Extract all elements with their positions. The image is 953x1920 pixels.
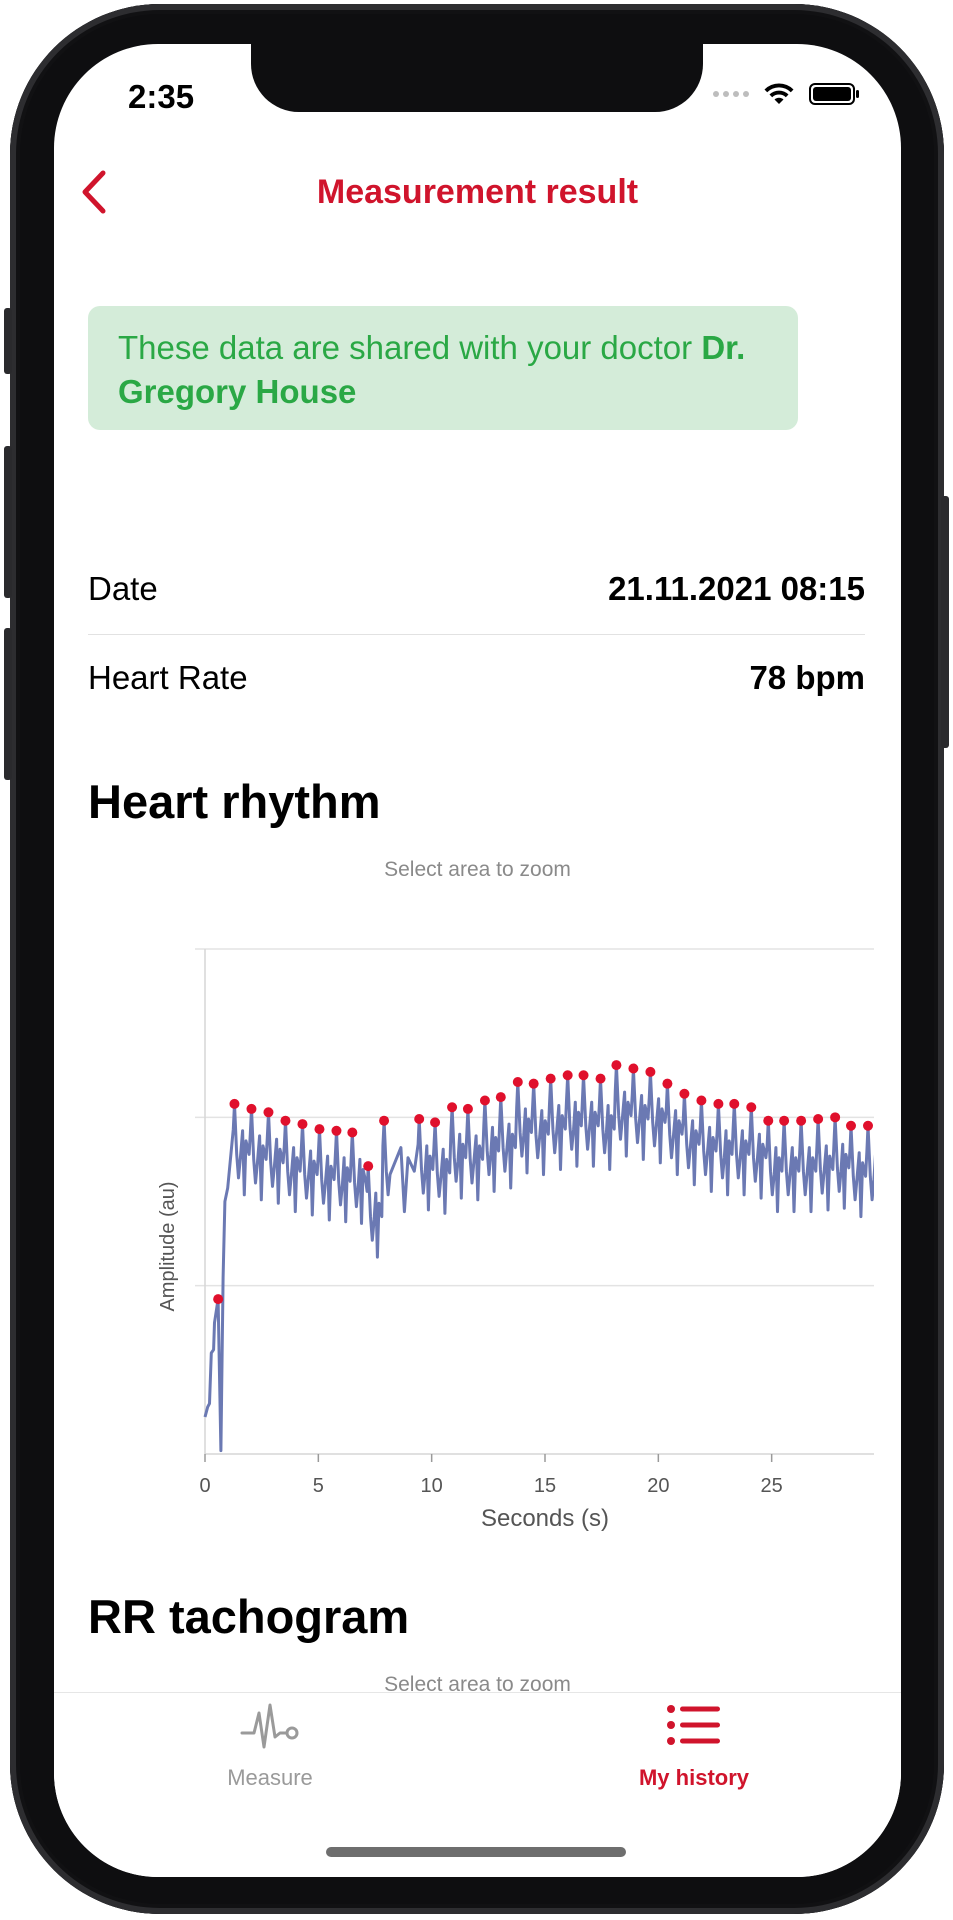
- x-tick-label: 5: [313, 1475, 324, 1497]
- date-label: Date: [88, 570, 158, 607]
- signal-dots-icon: [713, 91, 749, 97]
- page-title: Measurement result: [316, 173, 639, 211]
- volume-down-button: [4, 628, 12, 780]
- x-tick-label: 0: [199, 1475, 210, 1497]
- heart-rate-row: Heart Rate 78 bpm: [88, 634, 865, 722]
- x-axis-label: Seconds (s): [481, 1505, 609, 1532]
- r-peak-marker: [729, 1098, 740, 1109]
- x-tick-label: 10: [421, 1475, 443, 1497]
- x-tick-label: 25: [761, 1475, 783, 1497]
- y-axis-label: Amplitude (au): [157, 1181, 179, 1311]
- heart-rhythm-chart[interactable]: 051015202530 Seconds (s) Amplitude (au): [94, 894, 874, 1550]
- zoom-hint: Select area to zoom: [384, 858, 571, 881]
- r-peak-marker: [796, 1115, 807, 1126]
- r-peak-marker: [213, 1294, 224, 1305]
- tab-my-history-label: My history: [638, 1765, 750, 1790]
- tab-my-history[interactable]: My history: [544, 1693, 844, 1813]
- battery-icon: [809, 83, 859, 105]
- r-peak-marker: [280, 1115, 291, 1126]
- r-peak-marker: [430, 1117, 441, 1128]
- r-peak-marker: [462, 1103, 473, 1114]
- r-peak-marker: [545, 1073, 556, 1084]
- volume-up-button: [4, 446, 12, 598]
- r-peak-marker: [813, 1114, 824, 1125]
- r-peak-marker: [447, 1102, 458, 1113]
- r-peak-marker: [679, 1088, 690, 1099]
- status-time: 2:35: [128, 78, 195, 115]
- status-icons: [713, 82, 861, 106]
- rr-tachogram-title: RR tachogram: [88, 1590, 410, 1643]
- r-peak-marker: [414, 1114, 425, 1125]
- notch: [251, 44, 703, 112]
- list-icon: [667, 1705, 720, 1745]
- ecg-icon: [240, 1703, 299, 1749]
- r-peak-marker: [578, 1070, 589, 1081]
- r-peak-marker: [297, 1119, 308, 1130]
- r-peak-marker: [662, 1078, 673, 1089]
- r-peak-marker: [363, 1161, 374, 1172]
- r-peak-marker: [595, 1073, 606, 1084]
- r-peak-marker: [229, 1098, 240, 1109]
- date-row: Date 21.11.2021 08:15: [88, 545, 865, 633]
- r-peak-marker: [379, 1115, 390, 1126]
- wifi-icon: [764, 83, 794, 104]
- r-peak-marker: [495, 1092, 506, 1103]
- r-peak-marker: [479, 1095, 490, 1106]
- r-peak-marker: [696, 1095, 707, 1106]
- r-peak-marker: [347, 1127, 358, 1138]
- heart-rhythm-title: Heart rhythm: [88, 775, 381, 828]
- r-peak-marker: [763, 1115, 774, 1126]
- r-peak-marker: [562, 1070, 573, 1081]
- heart-rate-value: 78 bpm: [749, 659, 865, 696]
- r-peak-marker: [846, 1120, 856, 1131]
- home-indicator: [326, 1847, 626, 1857]
- r-peak-marker: [263, 1107, 274, 1118]
- heart-rate-label: Heart Rate: [88, 659, 248, 696]
- r-peak-marker: [746, 1102, 757, 1113]
- r-peak-marker: [246, 1103, 257, 1114]
- r-peak-marker: [863, 1120, 873, 1131]
- r-peak-marker: [779, 1115, 790, 1126]
- r-peak-marker: [314, 1124, 325, 1135]
- x-tick-label: 20: [647, 1475, 669, 1497]
- r-peak-marker: [830, 1112, 841, 1123]
- banner-text: These data are shared with your doctor: [118, 329, 702, 366]
- r-peak-marker: [628, 1063, 639, 1074]
- tab-measure-label: Measure: [227, 1765, 313, 1790]
- tab-measure[interactable]: Measure: [120, 1693, 420, 1813]
- r-peak-marker: [645, 1066, 656, 1077]
- silent-switch: [4, 308, 12, 374]
- r-peak-marker: [611, 1060, 622, 1071]
- r-peak-marker: [528, 1078, 539, 1089]
- shared-with-doctor-banner: These data are shared with your doctor D…: [88, 306, 798, 430]
- r-peak-marker: [713, 1098, 724, 1109]
- power-button: [941, 496, 949, 748]
- screen: 2:35 Measurement result These data are s…: [54, 44, 901, 1877]
- r-peak-marker: [512, 1076, 523, 1087]
- date-value: 21.11.2021 08:15: [608, 570, 865, 607]
- r-peak-marker: [331, 1125, 342, 1136]
- x-tick-label: 15: [534, 1475, 556, 1497]
